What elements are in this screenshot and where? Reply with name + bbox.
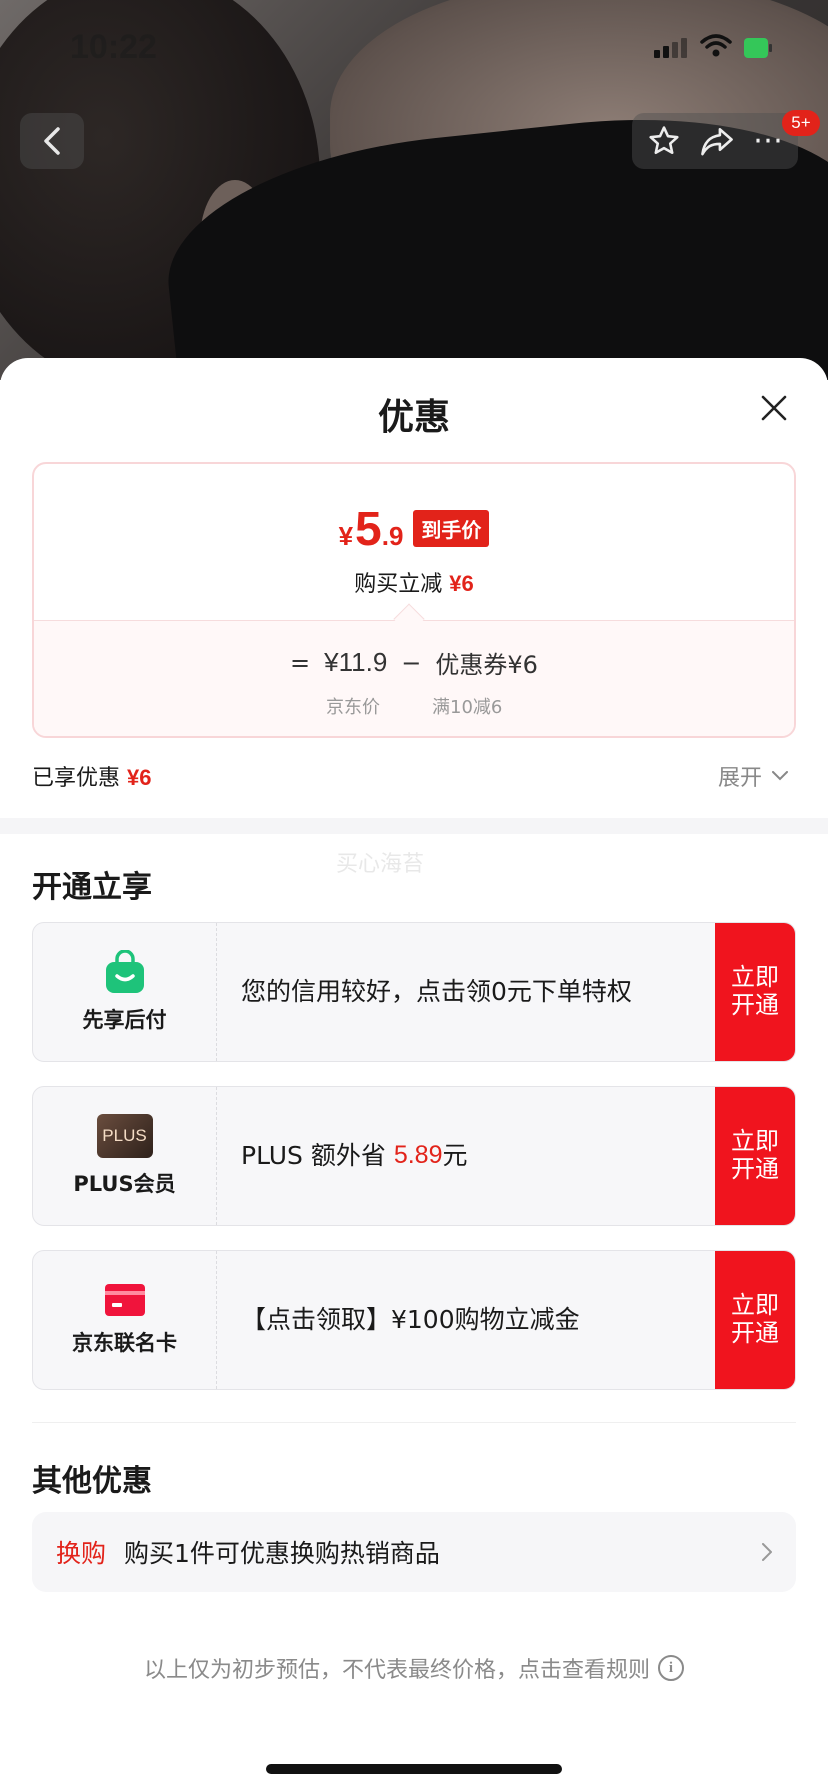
offer-description: 您的信用较好，点击领0元下单特权 bbox=[241, 977, 632, 1007]
jd-price: ¥11.9 bbox=[324, 647, 388, 677]
chevron-left-icon bbox=[44, 127, 60, 155]
final-price-currency: ¥ bbox=[338, 521, 354, 551]
offer-desc-value: 5.89 bbox=[393, 1141, 443, 1170]
price-formula: = ¥11.9 − 优惠券¥6 京东价 满10减6 bbox=[34, 620, 794, 736]
formula-minus: − bbox=[401, 648, 422, 677]
reduce-label: 购买立减 bbox=[354, 572, 443, 597]
activate-button[interactable]: 立即开通 bbox=[715, 1087, 795, 1225]
final-price-integer: 5 bbox=[355, 503, 382, 556]
star-icon[interactable] bbox=[647, 124, 681, 158]
offer-label: 京东联名卡 bbox=[72, 1331, 177, 1355]
enjoyed-value: ¥6 bbox=[127, 765, 152, 790]
open-section-title: 开通立享 bbox=[32, 870, 152, 905]
close-button[interactable] bbox=[754, 388, 794, 428]
discount-sheet: 优惠 ¥ 5 .9 到手价 购买立减 ¥6 = ¥11.9 − 优惠券¥6 京东… bbox=[0, 358, 828, 1792]
wifi-icon bbox=[700, 34, 732, 57]
reduce-value: ¥6 bbox=[449, 571, 474, 596]
rules-note[interactable]: 以上仅为初步预估，不代表最终价格，点击查看规则 i bbox=[0, 1652, 828, 1684]
activate-button[interactable]: 立即开通 bbox=[715, 923, 795, 1061]
price-breakdown-card: ¥ 5 .9 到手价 购买立减 ¥6 = ¥11.9 − 优惠券¥6 京东价 满… bbox=[32, 462, 796, 738]
battery-icon bbox=[744, 38, 772, 58]
final-price: ¥ 5 .9 bbox=[339, 502, 404, 557]
enjoyed-discount: 已享优惠 ¥6 bbox=[32, 760, 152, 792]
plus-icon-text: PLUS bbox=[102, 1126, 147, 1145]
offer-pay-later[interactable]: 先享后付 您的信用较好，点击领0元下单特权 立即开通 bbox=[32, 922, 796, 1062]
exchange-text: 购买1件可优惠换购热销商品 bbox=[124, 1539, 440, 1568]
more-icon[interactable]: ⋯ bbox=[753, 126, 783, 156]
watermark: 买心海苔 bbox=[336, 852, 425, 877]
coupon-amount: 优惠券¥6 bbox=[435, 651, 538, 679]
enjoyed-label: 已享优惠 bbox=[32, 766, 121, 791]
info-icon: i bbox=[658, 1655, 684, 1681]
status-time: 10:22 bbox=[70, 28, 157, 66]
offer-description: 【点击领取】¥100购物立减金 bbox=[241, 1305, 580, 1335]
activate-button[interactable]: 立即开通 bbox=[715, 1251, 795, 1389]
status-bar: 10:22 bbox=[0, 0, 828, 100]
offer-desc-prefix: PLUS 额外省 bbox=[241, 1141, 394, 1171]
share-icon[interactable] bbox=[699, 125, 735, 157]
section-divider-line bbox=[32, 1422, 796, 1423]
final-price-decimal: .9 bbox=[381, 521, 404, 551]
other-section-title: 其他优惠 bbox=[32, 1464, 152, 1499]
offer-label: 先享后付 bbox=[82, 1008, 167, 1032]
sheet-title: 优惠 bbox=[377, 397, 450, 438]
close-icon bbox=[761, 395, 787, 421]
formula-equals: = bbox=[290, 648, 311, 677]
offer-cobrand-card[interactable]: 京东联名卡 【点击领取】¥100购物立减金 立即开通 bbox=[32, 1250, 796, 1390]
cellular-signal-icon bbox=[654, 38, 687, 58]
home-indicator bbox=[266, 1764, 562, 1774]
rules-note-text: 以上仅为初步预估，不代表最终价格，点击查看规则 bbox=[143, 1658, 650, 1683]
chevron-right-icon bbox=[762, 1543, 772, 1561]
coupon-condition: 满10减6 bbox=[432, 697, 503, 718]
section-divider bbox=[0, 818, 828, 834]
credit-card-icon bbox=[104, 1284, 145, 1316]
expand-label: 展开 bbox=[718, 766, 763, 791]
offer-plus-member[interactable]: PLUS PLUS会员 PLUS 额外省 5.89 元 立即开通 bbox=[32, 1086, 796, 1226]
exchange-offer-row[interactable]: 换购 购买1件可优惠换购热销商品 bbox=[32, 1512, 796, 1592]
chevron-down-icon bbox=[772, 771, 789, 781]
offer-label: PLUS会员 bbox=[73, 1172, 176, 1196]
jd-price-label: 京东价 bbox=[326, 697, 380, 718]
top-action-group: ⋯ bbox=[632, 113, 798, 169]
reduce-line: 购买立减 ¥6 bbox=[34, 566, 794, 598]
back-button[interactable] bbox=[20, 113, 84, 169]
offer-desc-suffix: 元 bbox=[442, 1141, 468, 1171]
cart-badge: 5+ bbox=[782, 110, 820, 136]
expand-button[interactable]: 展开 bbox=[718, 760, 789, 792]
plus-icon: PLUS bbox=[96, 1114, 153, 1158]
exchange-tag: 换购 bbox=[56, 1539, 107, 1568]
final-price-tag: 到手价 bbox=[413, 510, 490, 547]
shopping-bag-icon bbox=[105, 950, 144, 993]
offer-description: PLUS 额外省 5.89 元 bbox=[241, 1087, 641, 1225]
